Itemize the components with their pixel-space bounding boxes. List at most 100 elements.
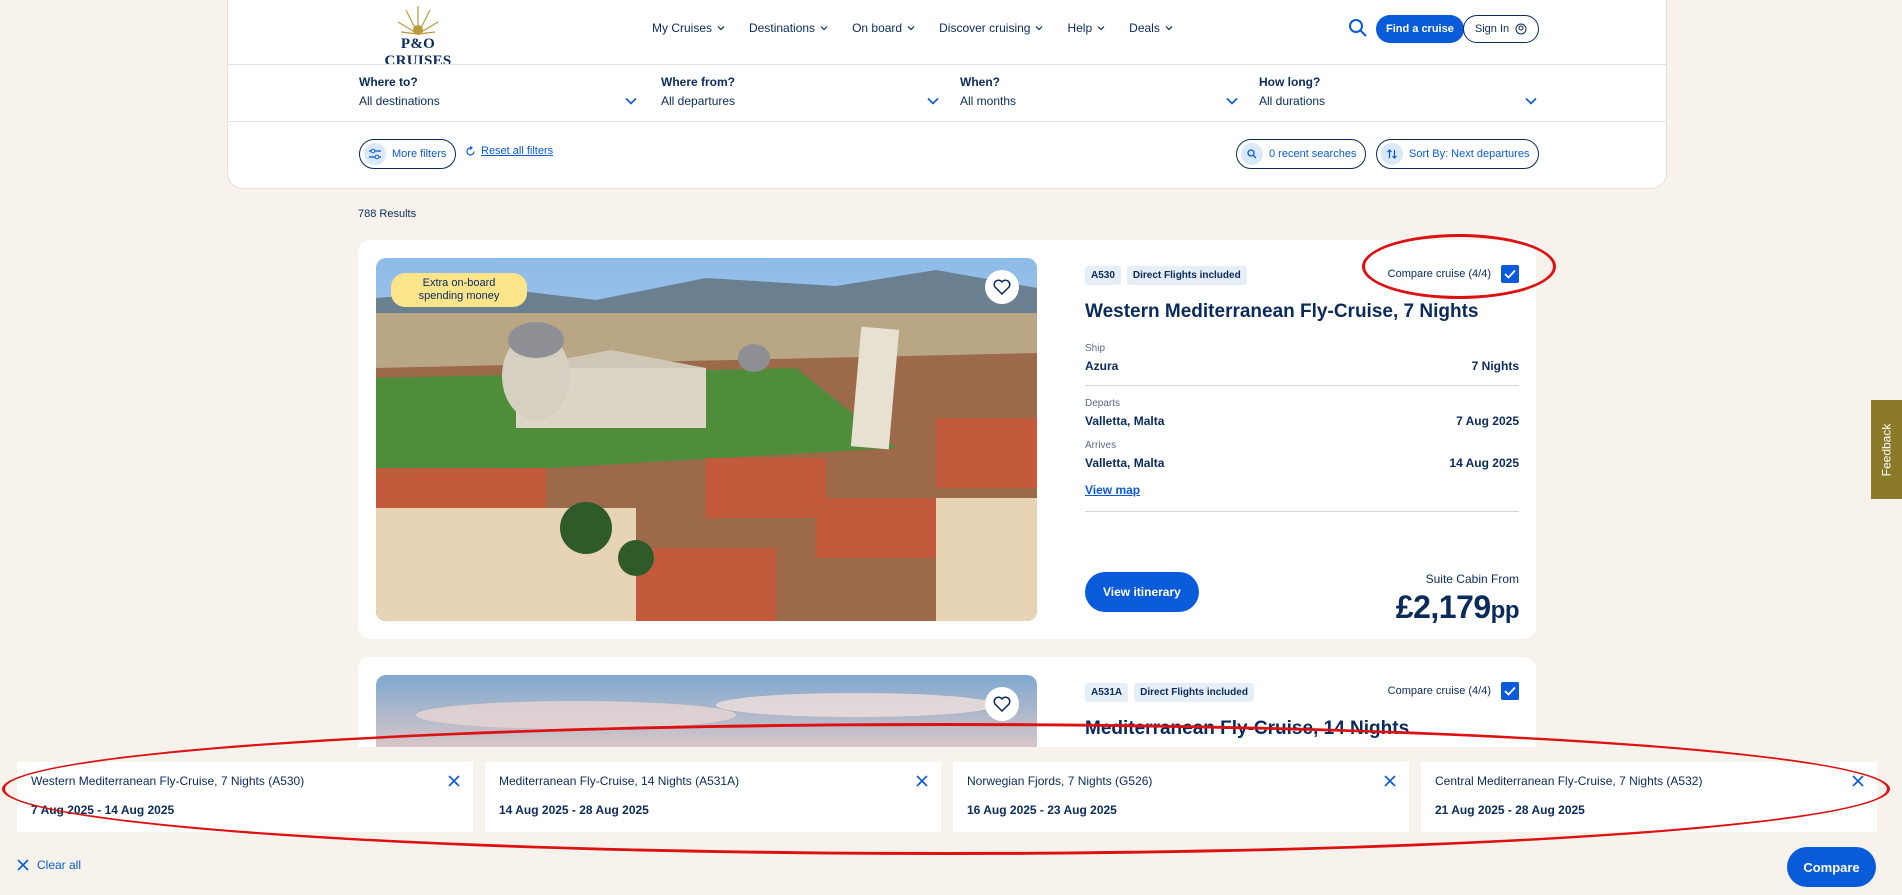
- cruise-title[interactable]: Western Mediterranean Fly-Cruise, 7 Nigh…: [1085, 301, 1519, 323]
- main-nav: My Cruises Destinations On board Discove…: [652, 21, 1197, 35]
- favourite-button[interactable]: [985, 270, 1019, 304]
- compare-tray: Western Mediterranean Fly-Cruise, 7 Nigh…: [0, 747, 1902, 895]
- chevron-down-icon: [717, 26, 725, 31]
- price-value: £2,179pp: [1395, 589, 1520, 626]
- filter-how-long[interactable]: How long? All durations: [1259, 75, 1537, 108]
- ship-label: Ship: [1085, 343, 1106, 354]
- nav-help[interactable]: Help: [1067, 21, 1105, 35]
- chevron-down-icon: [927, 97, 939, 105]
- nav-deals[interactable]: Deals: [1129, 21, 1173, 35]
- filter-value: All departures: [661, 94, 736, 108]
- filter-where-from[interactable]: Where from? All departures: [661, 75, 939, 108]
- feedback-tab[interactable]: Feedback: [1871, 400, 1902, 499]
- nav-label: Deals: [1129, 21, 1160, 35]
- departs-date: 7 Aug 2025: [1456, 414, 1519, 428]
- chevron-down-icon: [1226, 97, 1238, 105]
- nav-my-cruises[interactable]: My Cruises: [652, 21, 725, 35]
- cruise-code-tag: A531A: [1085, 683, 1129, 702]
- departs-port: Valletta, Malta: [1085, 414, 1165, 428]
- divider: [1085, 385, 1519, 386]
- nav-label: My Cruises: [652, 21, 713, 35]
- ship-name: Azura: [1085, 359, 1119, 373]
- chevron-down-icon: [1036, 26, 1043, 31]
- more-filters-button[interactable]: More filters: [359, 139, 457, 169]
- cruise-card: Extra on-board spending money A530 Direct…: [358, 240, 1536, 639]
- close-icon[interactable]: [915, 774, 929, 788]
- arrives-date: 14 Aug 2025: [1449, 456, 1519, 470]
- filter-value: All durations: [1259, 94, 1326, 108]
- compare-checkbox[interactable]: [1501, 682, 1519, 700]
- recent-searches-label: 0 recent searches: [1269, 148, 1357, 160]
- sunburst-icon: [397, 6, 439, 35]
- divider: [228, 64, 1666, 65]
- nav-label: Discover cruising: [939, 21, 1031, 35]
- filter-label: Where from?: [661, 75, 736, 89]
- feedback-label: Feedback: [1879, 423, 1894, 476]
- tray-item-dates: 7 Aug 2025 - 14 Aug 2025: [31, 803, 175, 817]
- sign-in-button[interactable]: Sign In: [1463, 15, 1539, 43]
- sliders-icon: [364, 143, 386, 165]
- cruise-image[interactable]: [376, 675, 1037, 747]
- compare-toggle[interactable]: Compare cruise (4/4): [1388, 265, 1519, 283]
- brand-logo[interactable]: P&O CRUISES: [376, 4, 460, 69]
- favourite-button[interactable]: [985, 687, 1019, 721]
- tray-item-dates: 16 Aug 2025 - 23 Aug 2025: [967, 803, 1117, 817]
- price-amount: £2,179: [1395, 589, 1491, 625]
- close-icon[interactable]: [447, 774, 461, 788]
- sort-button[interactable]: Sort By: Next departures: [1376, 139, 1540, 169]
- user-icon: [1515, 23, 1527, 35]
- compare-tray-item: Mediterranean Fly-Cruise, 14 Nights (A53…: [485, 762, 941, 832]
- cruise-code-tag: A530: [1085, 266, 1121, 285]
- view-map-link[interactable]: View map: [1085, 483, 1140, 497]
- reset-label: Reset all filters: [481, 145, 554, 157]
- search-icon: [1241, 143, 1263, 165]
- sort-label: Sort By: Next departures: [1409, 148, 1530, 160]
- compare-tray-item: Central Mediterranean Fly-Cruise, 7 Nigh…: [1421, 762, 1877, 832]
- search-icon[interactable]: [1348, 18, 1368, 38]
- sign-in-label: Sign In: [1474, 23, 1510, 35]
- cruise-card: A531A Direct Flights included Compare cru…: [358, 657, 1536, 747]
- pisa-photo: [376, 258, 1037, 621]
- filter-when[interactable]: When? All months: [960, 75, 1238, 108]
- compare-tray-item: Norwegian Fjords, 7 Nights (G526) 16 Aug…: [953, 762, 1409, 832]
- divider: [228, 121, 1666, 122]
- refresh-icon: [466, 145, 475, 156]
- recent-searches-button[interactable]: 0 recent searches: [1236, 139, 1367, 169]
- nav-on-board[interactable]: On board: [852, 21, 915, 35]
- price-label: Suite Cabin From: [1425, 572, 1519, 586]
- filter-value: All destinations: [359, 94, 440, 108]
- close-icon: [17, 859, 29, 871]
- chevron-down-icon: [907, 26, 915, 31]
- filter-where-to[interactable]: Where to? All destinations: [359, 75, 637, 108]
- close-icon[interactable]: [1383, 774, 1397, 788]
- nav-destinations[interactable]: Destinations: [749, 21, 828, 35]
- sunset-photo: [376, 675, 1037, 747]
- heart-icon: [993, 696, 1011, 712]
- tray-item-title: Norwegian Fjords, 7 Nights (G526): [967, 774, 1153, 788]
- compare-checkbox[interactable]: [1501, 265, 1519, 283]
- reset-filters-link[interactable]: Reset all filters: [465, 145, 553, 157]
- sort-icon: [1381, 143, 1403, 165]
- filter-label: When?: [960, 75, 1000, 89]
- heart-icon: [993, 279, 1011, 295]
- clear-all-button[interactable]: Clear all: [17, 858, 81, 872]
- nav-discover-cruising[interactable]: Discover cruising: [939, 21, 1043, 35]
- arrives-port: Valletta, Malta: [1085, 456, 1165, 470]
- close-icon[interactable]: [1851, 774, 1865, 788]
- departs-label: Departs: [1085, 398, 1121, 409]
- cruise-title[interactable]: Mediterranean Fly-Cruise, 14 Nights: [1085, 718, 1519, 740]
- arrives-label: Arrives: [1085, 440, 1117, 451]
- view-itinerary-button[interactable]: View itinerary: [1085, 572, 1199, 612]
- filter-value: All months: [960, 94, 1017, 108]
- flights-tag: Direct Flights included: [1134, 683, 1254, 702]
- nav-label: On board: [852, 21, 903, 35]
- check-icon: [1504, 269, 1516, 279]
- divider: [1085, 511, 1519, 512]
- header-card: P&O CRUISES My Cruises Destinations On b…: [227, 0, 1667, 189]
- cruise-image[interactable]: Extra on-board spending money: [376, 258, 1037, 621]
- compare-button[interactable]: Compare: [1787, 847, 1876, 887]
- find-cruise-button[interactable]: Find a cruise: [1376, 15, 1464, 43]
- more-filters-label: More filters: [392, 148, 447, 160]
- compare-toggle[interactable]: Compare cruise (4/4): [1388, 682, 1519, 700]
- check-icon: [1504, 686, 1516, 696]
